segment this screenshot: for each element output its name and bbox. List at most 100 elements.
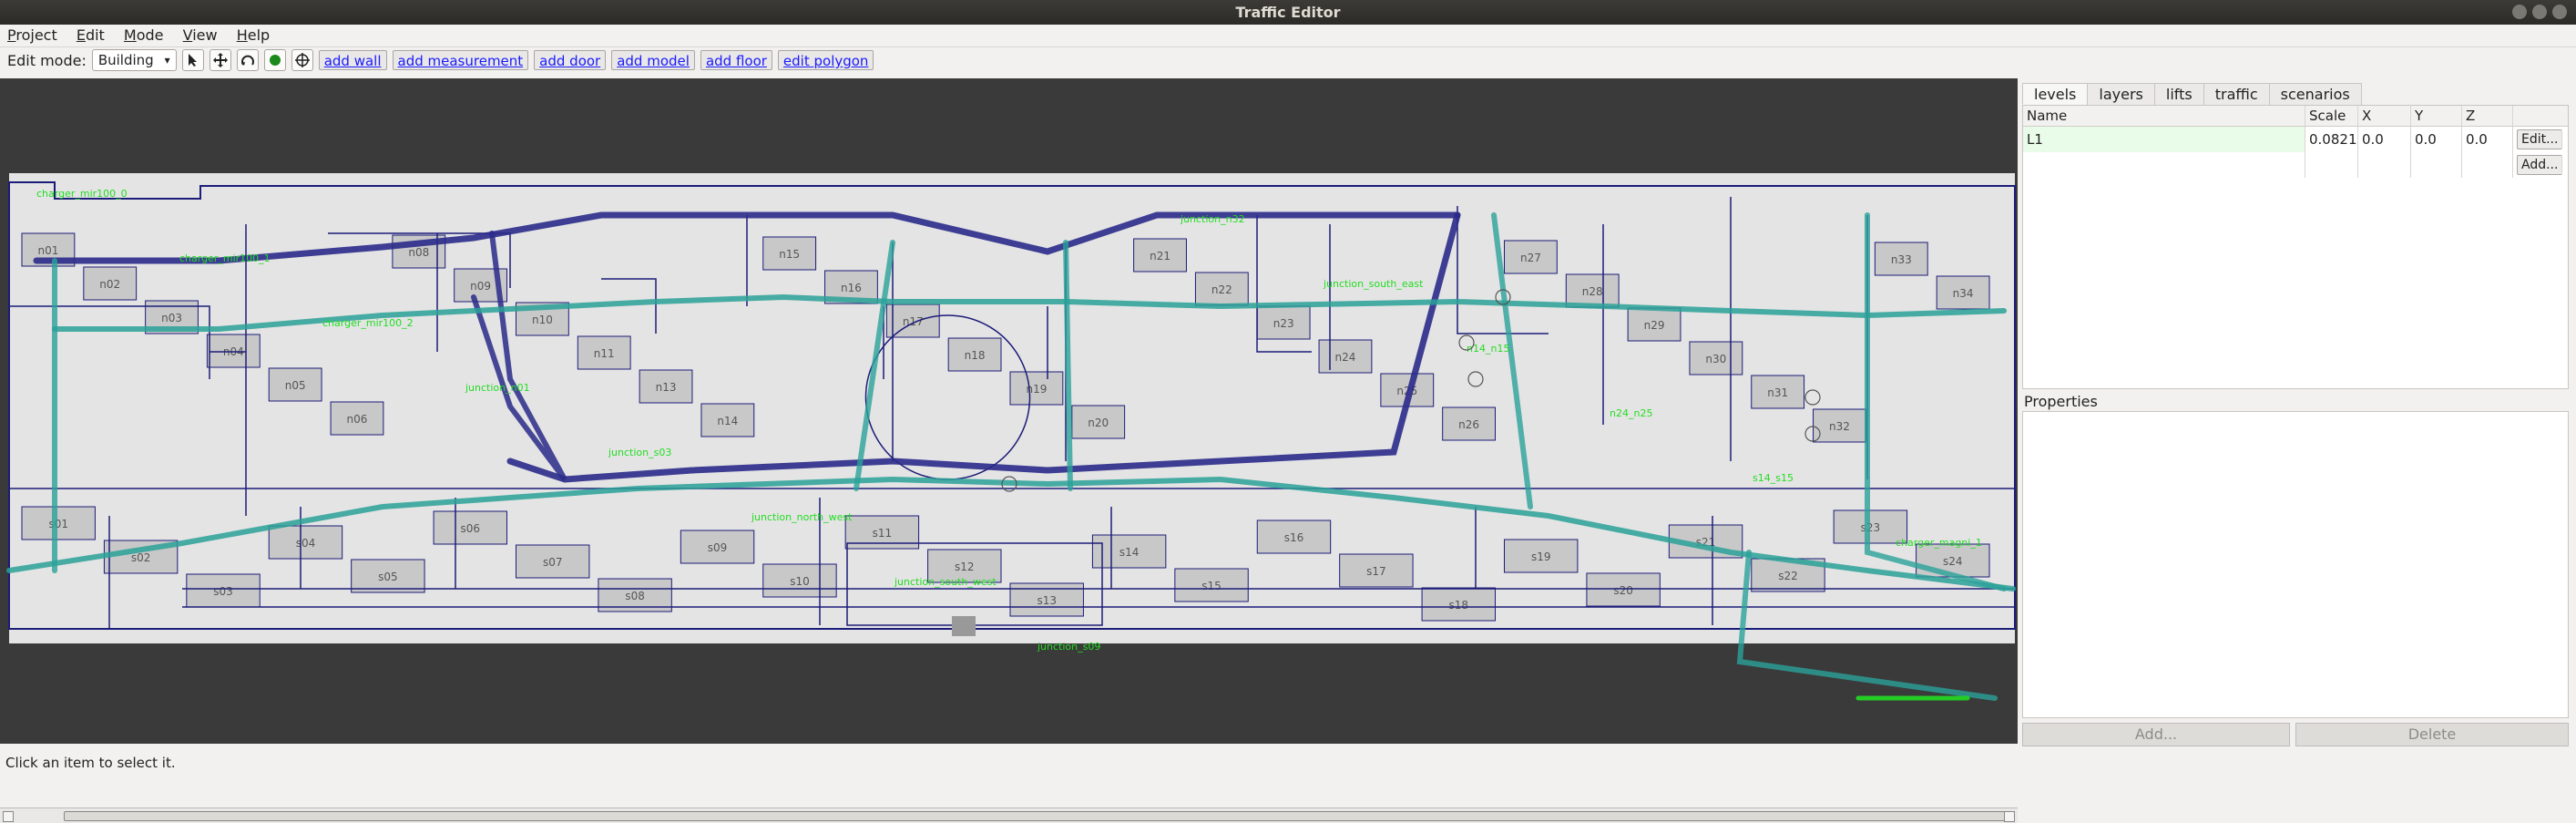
room-s15[interactable]: s15 (1174, 568, 1249, 602)
room-n11[interactable]: n11 (577, 335, 631, 370)
room-s04[interactable]: s04 (268, 525, 343, 560)
tab-levels[interactable]: levels (2022, 83, 2089, 105)
room-s10[interactable]: s10 (762, 563, 837, 598)
add-measurement-button[interactable]: add measurement (392, 50, 529, 70)
room-label: s24 (1943, 555, 1963, 568)
edit-level-button[interactable]: Edit... (2517, 129, 2562, 149)
crosshair-icon[interactable] (291, 49, 313, 71)
menu-project[interactable]: Project (0, 25, 65, 46)
room-s20[interactable]: s20 (1586, 572, 1661, 607)
room-s01[interactable]: s01 (21, 506, 96, 540)
menu-mode[interactable]: Mode (117, 25, 171, 46)
add-floor-button[interactable]: add floor (700, 50, 772, 70)
delete-button[interactable]: Delete (2295, 723, 2569, 746)
room-s18[interactable]: s18 (1421, 587, 1497, 622)
room-n28[interactable]: n28 (1565, 273, 1620, 308)
room-n31[interactable]: n31 (1751, 375, 1805, 409)
room-s17[interactable]: s17 (1339, 553, 1414, 588)
room-s24[interactable]: s24 (1916, 543, 1990, 578)
room-n19[interactable]: n19 (1009, 371, 1064, 406)
room-n14[interactable]: n14 (700, 403, 755, 437)
add-wall-button[interactable]: add wall (318, 50, 387, 70)
room-n23[interactable]: n23 (1256, 305, 1311, 340)
room-n34[interactable]: n34 (1936, 275, 1990, 310)
room-label: s19 (1531, 550, 1551, 563)
room-n02[interactable]: n02 (83, 266, 138, 301)
room-s03[interactable]: s03 (186, 573, 261, 608)
edit-mode-select[interactable]: Building (91, 49, 177, 71)
tab-traffic[interactable]: traffic (2203, 83, 2270, 105)
level-name-cell[interactable]: L1 (2023, 127, 2305, 152)
add-level-button[interactable]: Add... (2517, 155, 2562, 175)
room-s06[interactable]: s06 (433, 510, 508, 545)
menu-view[interactable]: View (176, 25, 225, 46)
room-n30[interactable]: n30 (1689, 341, 1743, 375)
tab-layers[interactable]: layers (2087, 83, 2155, 105)
lane-label: charger_mir100_1 (179, 252, 271, 264)
maximize-icon[interactable] (2532, 5, 2547, 19)
level-x-cell[interactable]: 0.0 (2358, 127, 2411, 152)
table-row[interactable]: L1 0.0821 0.0 0.0 0.0 Edit... (2023, 127, 2568, 152)
scroll-left-icon[interactable] (3, 811, 14, 822)
horizontal-scrollbar[interactable] (0, 808, 2018, 823)
room-n15[interactable]: n15 (762, 236, 817, 271)
room-n06[interactable]: n06 (330, 401, 384, 436)
room-s05[interactable]: s05 (351, 559, 425, 593)
room-n29[interactable]: n29 (1627, 307, 1682, 342)
room-n33[interactable]: n33 (1874, 242, 1928, 276)
menu-help[interactable]: Help (230, 25, 277, 46)
move-icon[interactable] (209, 49, 231, 71)
lane-label: junction_south_west (894, 576, 997, 588)
edit-polygon-button[interactable]: edit polygon (777, 50, 874, 70)
level-z-cell[interactable]: 0.0 (2462, 127, 2513, 152)
room-label: s05 (378, 571, 398, 583)
room-label: n22 (1211, 283, 1232, 296)
room-n13[interactable]: n13 (639, 369, 693, 404)
select-arrow-icon[interactable] (181, 49, 204, 71)
room-label: n08 (408, 246, 429, 259)
scrollbar-thumb[interactable] (64, 811, 2015, 821)
properties-title: Properties (2024, 393, 2098, 410)
room-n05[interactable]: n05 (268, 367, 322, 402)
room-n18[interactable]: n18 (947, 337, 1002, 372)
tab-scenarios[interactable]: scenarios (2268, 83, 2362, 105)
lane-label: n14_n15 (1467, 343, 1509, 355)
menu-edit[interactable]: Edit (69, 25, 112, 46)
level-y-cell[interactable]: 0.0 (2411, 127, 2462, 152)
room-n22[interactable]: n22 (1194, 272, 1249, 306)
room-s16[interactable]: s16 (1256, 520, 1332, 554)
room-n04[interactable]: n04 (206, 334, 261, 368)
add-button[interactable]: Add... (2022, 723, 2290, 746)
level-scale-cell[interactable]: 0.0821 (2305, 127, 2358, 152)
minimize-icon[interactable] (2512, 5, 2527, 19)
room-s14[interactable]: s14 (1091, 534, 1167, 569)
col-y-header: Y (2411, 106, 2462, 126)
room-n17[interactable]: n17 (885, 303, 940, 338)
room-label: s10 (790, 575, 810, 588)
room-label: s14 (1119, 546, 1140, 559)
room-n24[interactable]: n24 (1318, 339, 1373, 374)
map-canvas[interactable]: n01 n02 n03 n04 n05 n06 n08 n09 n10 n11 n13 n14 n15 n… (0, 78, 2018, 823)
room-s19[interactable]: s19 (1504, 539, 1579, 573)
close-icon[interactable] (2552, 5, 2567, 19)
panel-tabs: levels layers lifts traffic scenarios (2022, 83, 2362, 105)
lane-label: s14_s15 (1753, 472, 1794, 484)
room-label: s04 (296, 537, 316, 550)
record-circle-icon[interactable] (263, 49, 286, 71)
room-n20[interactable]: n20 (1071, 405, 1126, 439)
room-n26[interactable]: n26 (1442, 406, 1496, 441)
rotate-icon[interactable] (236, 49, 259, 71)
window-titlebar: Traffic Editor (0, 0, 2576, 25)
room-n32[interactable]: n32 (1813, 408, 1866, 443)
room-s09[interactable]: s09 (680, 530, 755, 564)
scroll-right-icon[interactable] (2004, 811, 2015, 822)
add-model-button[interactable]: add model (611, 50, 695, 70)
room-label: s07 (543, 556, 563, 569)
room-n27[interactable]: n27 (1504, 240, 1558, 274)
tab-lifts[interactable]: lifts (2153, 83, 2204, 105)
floorplan-map[interactable]: n01 n02 n03 n04 n05 n06 n08 n09 n10 n11 n13 n14 n15 n… (0, 78, 2018, 729)
room-s07[interactable]: s07 (516, 544, 590, 579)
room-label: s20 (1613, 584, 1633, 597)
room-n21[interactable]: n21 (1133, 238, 1187, 273)
add-door-button[interactable]: add door (534, 50, 607, 70)
